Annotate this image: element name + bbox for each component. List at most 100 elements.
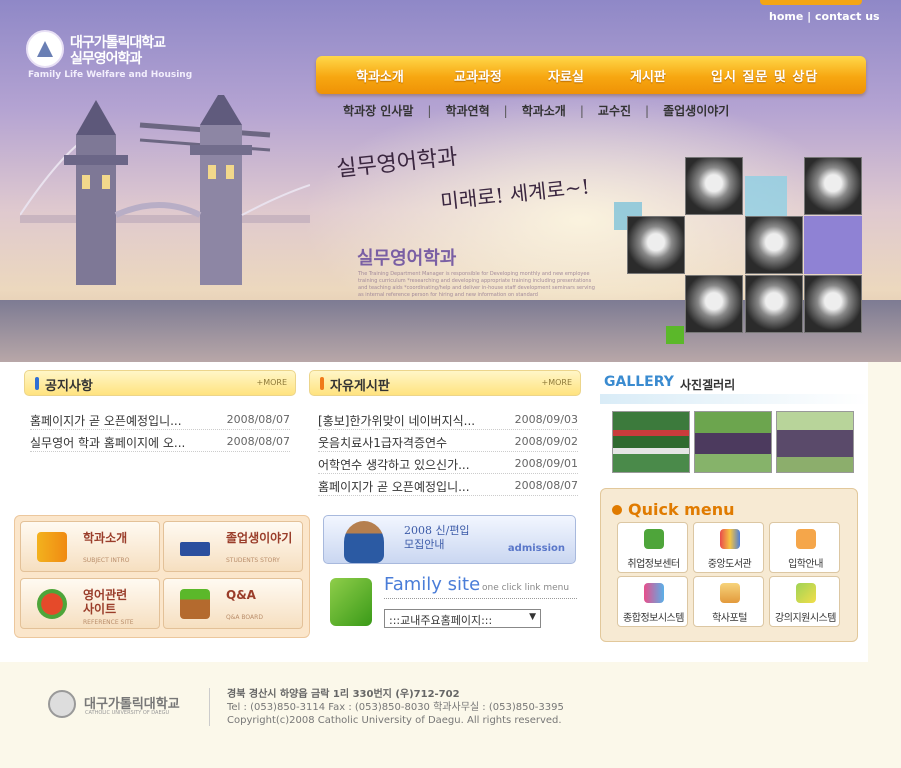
shortcut-dept-intro[interactable]: 학과소개 SUBJECT INTRO — [20, 521, 160, 572]
shortcut-sublabel: STUDENTS STORY — [226, 557, 280, 564]
family-site-select[interactable]: :::교내주요홈페이지::: ▼ — [384, 609, 541, 628]
shortcut-qa[interactable]: Q&A Q&A BOARD — [163, 578, 303, 629]
main-nav-item-resources[interactable]: 자료실 — [548, 66, 584, 85]
main-nav-item-board[interactable]: 게시판 — [630, 66, 666, 85]
sub-nav-item-faculty[interactable]: 교수진 — [598, 104, 631, 118]
logo-dept-name: 실무영어학과 — [70, 51, 142, 67]
footer-seal-icon — [48, 690, 76, 718]
freeboard-item-title[interactable]: [홍보]한가위맞이 네이버지식... — [318, 412, 475, 429]
notice-bullet-icon — [35, 377, 39, 390]
quick-menu-title-text: Quick menu — [628, 500, 735, 519]
dropdown-arrow-icon: ▼ — [529, 612, 536, 622]
top-links: home | contact us — [769, 10, 880, 23]
home-link[interactable]: home — [769, 10, 803, 23]
gallery-subtitle: 사진겔러리 — [680, 378, 736, 392]
notice-header: 공지사항 +MORE — [24, 370, 296, 396]
tower-bridge-illustration — [20, 95, 310, 285]
notice-more-link[interactable]: +MORE — [256, 378, 287, 387]
freeboard-more-link[interactable]: +MORE — [541, 378, 572, 387]
notice-item-title[interactable]: 홈페이지가 곧 오픈예정입니... — [30, 412, 182, 429]
freeboard-item-title[interactable]: 홈페이지가 곧 오픈예정입니... — [318, 478, 470, 495]
collage-square — [666, 326, 684, 344]
quick-menu-item-portal[interactable]: 학사포털 — [693, 576, 764, 627]
admission-text: 2008 신/편입 모집안내 — [404, 524, 470, 552]
family-site-divider — [384, 598, 577, 599]
quick-menu-bullet-icon — [612, 505, 622, 515]
shortcut-label: Q&A — [226, 588, 256, 602]
freeboard-row[interactable]: 어학연수 생각하고 있으신가... 2008/09/01 — [318, 454, 578, 474]
university-seal-icon — [26, 30, 64, 68]
sub-nav-item-alumni[interactable]: 졸업생이야기 — [663, 104, 729, 118]
main-nav-item-admission-qa[interactable]: 입시 질문 및 상담 — [711, 66, 818, 85]
university-logo[interactable]: 대구가톨릭대학교 실무영어학과 Family Life Welfare and … — [26, 28, 226, 86]
notice-item-title[interactable]: 실무영어 학과 홈페이지에 오... — [30, 434, 185, 451]
logo-english-name: Family Life Welfare and Housing — [28, 70, 193, 80]
quick-menu-item-admission[interactable]: 입학안내 — [769, 522, 840, 573]
quick-menu-label: 중앙도서관 — [707, 559, 752, 570]
admission-banner[interactable]: 2008 신/편입 모집안내 admission — [323, 515, 576, 564]
admission-label: admission — [507, 543, 565, 554]
freeboard-item-title[interactable]: 어학연수 생각하고 있으신가... — [318, 456, 470, 473]
student-photo — [804, 157, 862, 215]
quick-menu-label: 입학안내 — [788, 559, 823, 570]
family-site-subtitle: one click link menu — [482, 583, 570, 593]
top-accent-bar — [760, 0, 862, 5]
sub-nav-separator: | — [645, 104, 650, 118]
sub-nav: 학과장 인사말 | 학과연혁 | 학과소개 | 교수진 | 졸업생이야기 — [343, 102, 729, 119]
footer-copyright: Copyright(c)2008 Catholic University of … — [227, 715, 562, 726]
hero-banner: 실무영어학과 미래로! 세계로~! 실무영어학과 The Training De… — [0, 0, 901, 362]
family-site-icon — [330, 578, 372, 626]
shortcut-reference-site[interactable]: 영어관련 사이트 REFERENCE SITE — [20, 578, 160, 629]
quick-menu-label: 종합정보시스템 — [623, 613, 684, 624]
shortcut-sublabel: Q&A BOARD — [226, 614, 263, 621]
student-photo — [627, 216, 685, 274]
freeboard-item-date: 2008/09/02 — [514, 435, 578, 448]
freeboard-row[interactable]: 웃음치료사1급자격증연수 2008/09/02 — [318, 432, 578, 452]
quick-menu-item-library[interactable]: 중앙도서관 — [693, 522, 764, 573]
hero-dept-name: 실무영어학과 — [357, 248, 457, 269]
quick-menu-item-info-system[interactable]: 종합정보시스템 — [617, 576, 688, 627]
leaf-icon — [644, 529, 664, 549]
freeboard-item-date: 2008/09/03 — [514, 413, 578, 426]
freeboard-row[interactable]: [홍보]한가위맞이 네이버지식... 2008/09/03 — [318, 410, 578, 430]
link-separator: | — [807, 10, 816, 23]
sub-nav-separator: | — [427, 104, 432, 118]
flower-icon — [796, 529, 816, 549]
contact-us-link[interactable]: contact us — [815, 10, 880, 23]
notice-title: 공지사항 — [45, 379, 93, 394]
sub-nav-separator: | — [503, 104, 508, 118]
shortcut-alumni-story[interactable]: 졸업생이야기 STUDENTS STORY — [163, 521, 303, 572]
notice-row[interactable]: 홈페이지가 곧 오픈예정입니... 2008/08/07 — [30, 410, 290, 430]
freeboard-item-title[interactable]: 웃음치료사1급자격증연수 — [318, 434, 447, 451]
admission-text-line1: 2008 신/편입 — [404, 524, 470, 537]
gallery-photo[interactable] — [694, 411, 772, 473]
freeboard-row[interactable]: 홈페이지가 곧 오픈예정입니... 2008/08/07 — [318, 476, 578, 496]
student-photo — [804, 275, 862, 333]
freeboard-item-date: 2008/09/01 — [514, 457, 578, 470]
sub-nav-separator: | — [579, 104, 584, 118]
hero-dept-description: The Training Department Manager is respo… — [358, 271, 595, 298]
freeboard-header: 자유게시판 +MORE — [309, 370, 581, 396]
shortcut-sublabel: SUBJECT INTRO — [83, 557, 130, 564]
footer-divider — [209, 688, 210, 726]
student-photo — [685, 157, 743, 215]
sub-nav-item-dept-intro[interactable]: 학과소개 — [522, 104, 566, 118]
shortcut-label: 졸업생이야기 — [226, 531, 293, 545]
gallery-photo[interactable] — [776, 411, 854, 473]
student-reading-icon — [344, 521, 384, 563]
gallery-photo[interactable] — [612, 411, 690, 473]
collage-square — [745, 176, 787, 216]
plant-pot-icon — [180, 589, 210, 619]
stack-icon — [720, 583, 740, 603]
quick-menu-label: 학사포털 — [712, 613, 747, 624]
lightbulb-icon — [796, 583, 816, 603]
main-nav-item-curriculum[interactable]: 교과과정 — [454, 66, 502, 85]
apple-globe-icon — [37, 589, 67, 619]
quick-menu-item-employment[interactable]: 취업정보센터 — [617, 522, 688, 573]
quick-menu-item-lecture-support[interactable]: 강의지원시스템 — [769, 576, 840, 627]
sub-nav-item-greeting[interactable]: 학과장 인사말 — [343, 104, 413, 118]
sub-nav-item-history[interactable]: 학과연혁 — [445, 104, 489, 118]
notice-row[interactable]: 실무영어 학과 홈페이지에 오... 2008/08/07 — [30, 432, 290, 452]
main-nav-item-dept-intro[interactable]: 학과소개 — [356, 66, 404, 85]
student-photo — [685, 275, 743, 333]
